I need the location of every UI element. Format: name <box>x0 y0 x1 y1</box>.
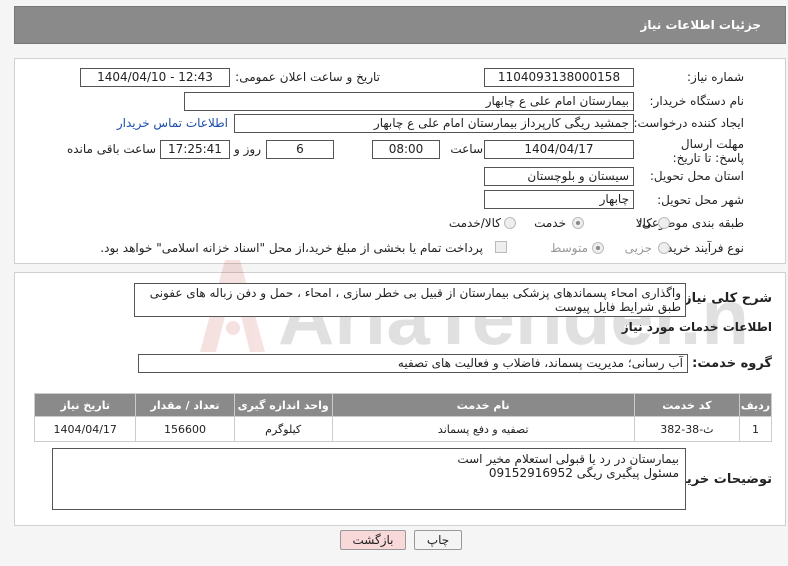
category-option-goods-label: کالا <box>635 216 652 230</box>
need-number-field[interactable]: 1104093138000158 <box>484 68 634 87</box>
back-button[interactable]: بازگشت <box>340 530 406 550</box>
service-group-field[interactable]: آب رسانی؛ مدیریت پسماند، فاضلاب و فعالیت… <box>138 354 688 373</box>
cell-unit: کیلوگرم <box>233 416 333 442</box>
contact-info-link[interactable]: اطلاعات تماس خریدار <box>117 116 228 130</box>
announce-field[interactable]: 1404/04/10 - 12:43 <box>80 68 230 87</box>
page-header: جزئیات اطلاعات نیاز <box>14 6 786 44</box>
deadline-time-field[interactable]: 08:00 <box>372 140 440 159</box>
header-code: کد خدمت <box>633 393 740 417</box>
buyer-org-label: نام دستگاه خریدار: <box>649 94 745 108</box>
category-option-both-radio[interactable] <box>504 217 516 229</box>
category-option-service-radio[interactable] <box>572 217 584 229</box>
days-label: روز و <box>234 142 261 156</box>
creator-label: ایجاد کننده درخواست: <box>633 116 744 130</box>
category-option-both-label: کالا/خدمت <box>448 216 501 230</box>
buyer-notes-line-2: مسئول پیگیری ریگی 09152916952 <box>488 466 679 480</box>
services-table: تاریخ نیاز تعداد / مقدار واحد اندازه گیر… <box>33 393 773 442</box>
remaining-label: ساعت باقی مانده <box>66 142 156 156</box>
description-text: واگذاری امحاء پسماندهای پزشکی بیمارستان … <box>149 286 681 314</box>
buyer-notes-line-1: بیمارستان در رد یا قبولی استعلام مخیر اس… <box>457 452 679 466</box>
print-button[interactable]: چاپ <box>414 530 462 550</box>
cell-date: 1404/04/17 <box>33 416 137 442</box>
category-option-goods-radio[interactable] <box>658 217 670 229</box>
process-option-medium-label: متوسط <box>550 241 588 255</box>
category-label: طبقه بندی موضوعی: <box>637 216 744 230</box>
services-table-header-row: تاریخ نیاز تعداد / مقدار واحد اندازه گیر… <box>33 393 773 417</box>
remaining-time-field[interactable]: 17:25:41 <box>160 140 230 159</box>
services-title: اطلاعات خدمات مورد نیاز <box>621 320 772 334</box>
cell-name: تصفیه و دفع پسماند <box>331 416 635 442</box>
process-label: نوع فرآیند خرید : <box>659 241 744 255</box>
category-option-service-label: خدمت <box>534 216 566 230</box>
cell-code: ث-38-382 <box>633 416 740 442</box>
header-name: نام خدمت <box>331 393 635 417</box>
service-group-label: گروه خدمت: <box>692 356 772 371</box>
days-field[interactable]: 6 <box>266 140 334 159</box>
buyer-notes-field[interactable]: بیمارستان در رد یا قبولی استعلام مخیر اس… <box>52 448 686 510</box>
province-field[interactable]: سیستان و بلوچستان <box>484 167 634 186</box>
buyer-org-field[interactable]: بیمارستان امام علی ع چابهار <box>184 92 634 111</box>
announce-label: تاریخ و ساعت اعلان عمومی: <box>235 70 380 84</box>
city-field[interactable]: چابهار <box>484 190 634 209</box>
page-title: جزئیات اطلاعات نیاز <box>640 18 761 32</box>
payment-checkbox[interactable] <box>495 241 507 253</box>
header-date: تاریخ نیاز <box>33 393 137 417</box>
deadline-date-field[interactable]: 1404/04/17 <box>484 140 634 159</box>
process-option-medium-radio[interactable] <box>592 242 604 254</box>
process-option-minor-label: جزیی <box>624 241 652 255</box>
process-option-minor-radio[interactable] <box>658 242 670 254</box>
deadline-time-label: ساعت <box>450 142 483 156</box>
header-unit: واحد اندازه گیری <box>233 393 333 417</box>
table-row: 1404/04/17 156600 کیلوگرم تصفیه و دفع پس… <box>33 416 773 442</box>
cell-qty: 156600 <box>135 416 235 442</box>
header-qty: تعداد / مقدار <box>135 393 235 417</box>
payment-note: پرداخت تمام یا بخشی از مبلغ خرید،از محل … <box>100 241 483 255</box>
description-label: شرح کلی نیاز: <box>678 291 772 306</box>
need-number-label: شماره نیاز: <box>687 70 744 84</box>
cell-index: 1 <box>738 416 773 442</box>
description-field[interactable]: واگذاری امحاء پسماندهای پزشکی بیمارستان … <box>134 283 686 317</box>
creator-field[interactable]: جمشید ریگی کارپرداز بیمارستان امام علی ع… <box>234 114 634 133</box>
province-label: استان محل تحویل: <box>649 169 744 183</box>
header-index: ردیف <box>738 393 773 417</box>
city-label: شهر محل تحویل: <box>657 193 744 207</box>
deadline-label: مهلت ارسال پاسخ: تا تاریخ: <box>672 137 744 165</box>
